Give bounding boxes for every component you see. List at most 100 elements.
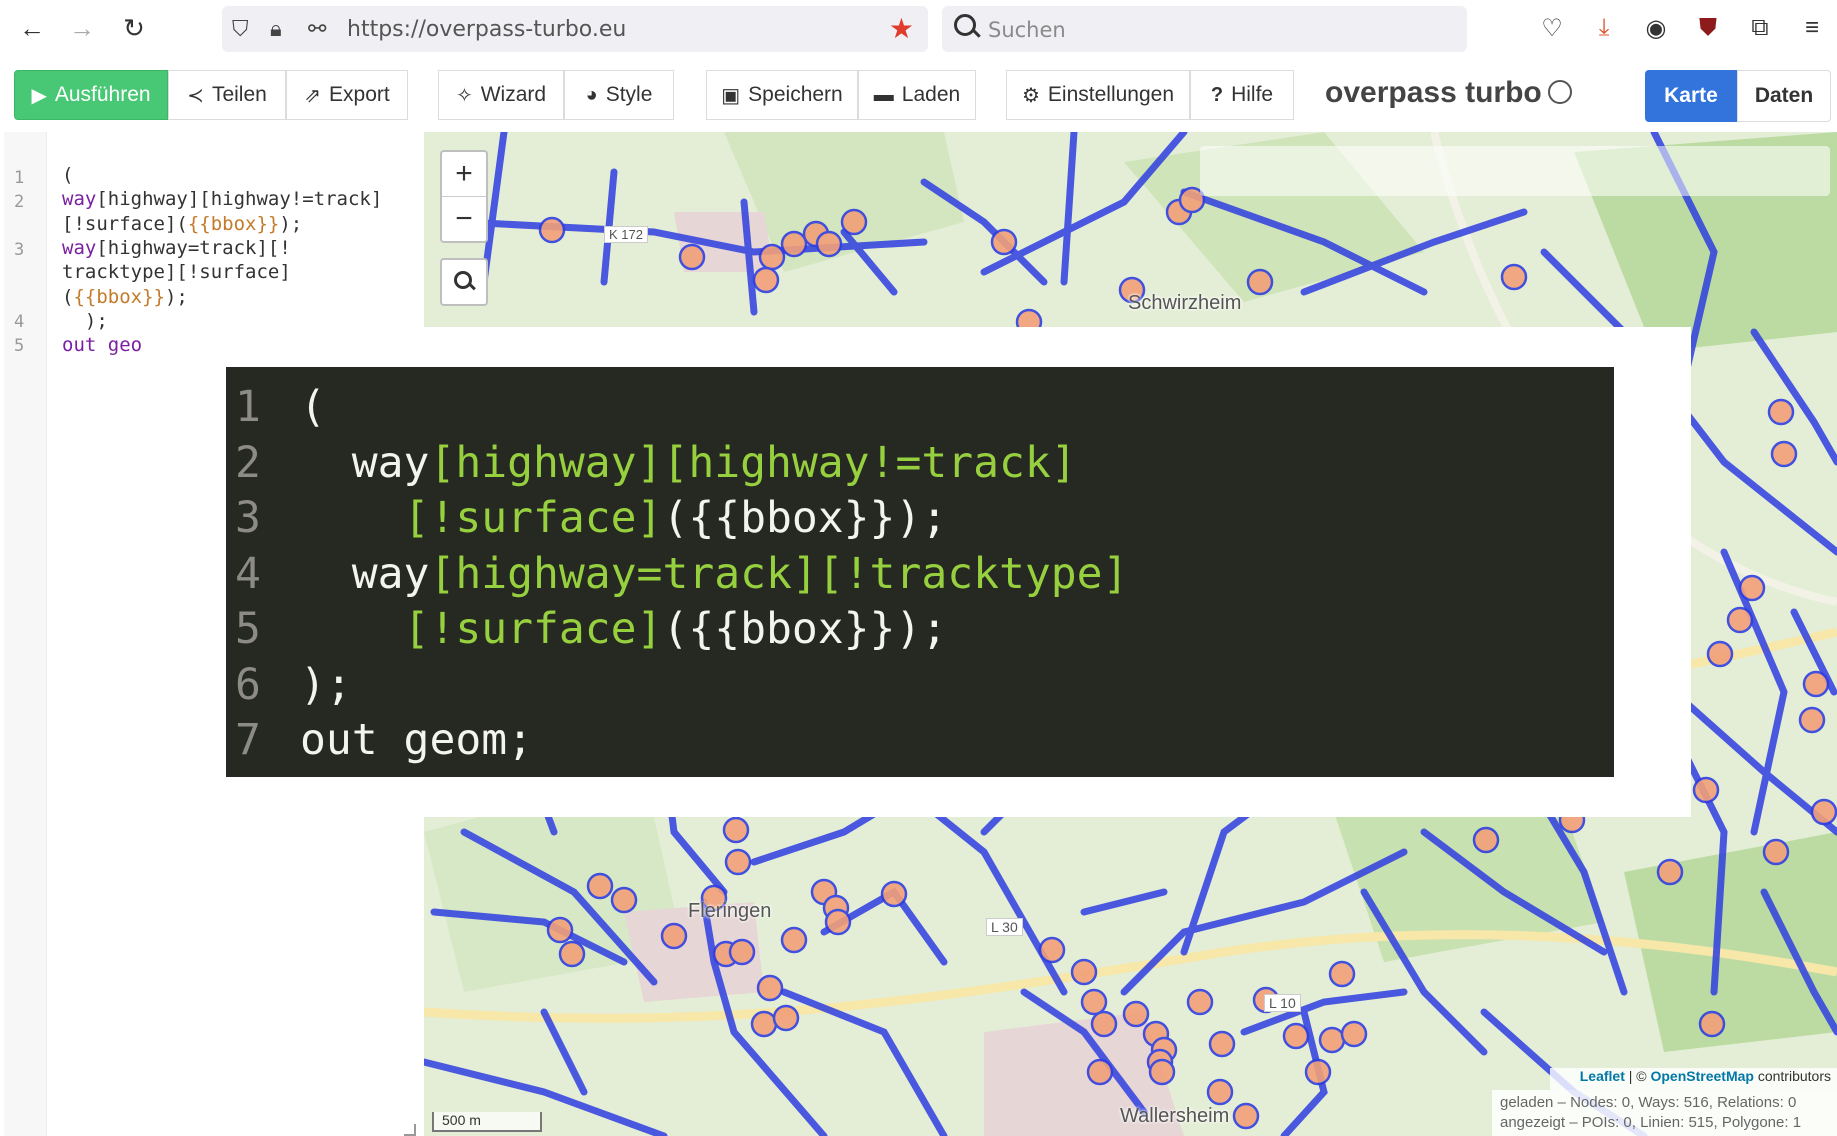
tab-karte[interactable]: Karte [1645, 70, 1737, 122]
wizard-button[interactable]: ✧ Wizard [438, 70, 564, 120]
overlay-code-line: ); [300, 659, 352, 710]
share-icon: ≺ [187, 84, 204, 107]
map-stats: geladen – Nodes: 0, Ways: 516, Relations… [1492, 1090, 1837, 1136]
road-label: K 172 [604, 226, 648, 243]
editor-code-line: ({{bbox}}); [62, 285, 188, 308]
address-bar[interactable]: ⛉ 🔒︎ ⚯ https://overpass-turbo.eu ★ [222, 6, 928, 52]
overlay-line-number: 5 [235, 604, 261, 654]
wizard-label: Wizard [480, 83, 547, 106]
search-placeholder: Suchen [988, 18, 1066, 42]
share-button[interactable]: ≺ Teilen [168, 70, 286, 120]
map-scale: 500 m [432, 1112, 542, 1132]
export-label: Export [329, 83, 390, 106]
ublock-icon[interactable]: ⛊ [1692, 12, 1724, 44]
editor-line-number: 1 [14, 168, 25, 188]
editor-line-number: 5 [14, 336, 25, 356]
search-icon [454, 271, 472, 289]
export-button[interactable]: ⇗ Export [286, 70, 408, 120]
gear-icon: ⚙ [1021, 84, 1040, 107]
permissions-icon: ⚯ [308, 16, 327, 41]
zoom-out-button[interactable]: − [442, 197, 486, 241]
palette-icon: ◕ [585, 83, 598, 106]
save-button[interactable]: ▣ Speichern [706, 70, 858, 120]
attribution-separator: | © [1624, 1068, 1651, 1084]
run-button[interactable]: ▶ Ausführen [14, 70, 168, 120]
editor-code-line: tracktype][!surface] [62, 261, 291, 284]
style-button[interactable]: ◕ Style [564, 70, 674, 120]
map-attribution: Leaflet | © OpenStreetMap contributors [1550, 1068, 1837, 1090]
search-icon [954, 14, 976, 36]
magic-wand-icon: ✧ [455, 84, 473, 107]
browser-toolbar: ← → ↻ ⛉ 🔒︎ ⚯ https://overpass-turbo.eu ★… [0, 0, 1837, 60]
reload-icon[interactable]: ↻ [116, 10, 152, 46]
editor-code-line: way[highway=track][! [62, 236, 291, 259]
question-icon: ? [1210, 83, 1224, 106]
zoom-in-button[interactable]: + [442, 152, 486, 197]
map-place-search[interactable] [1200, 146, 1830, 196]
style-label: Style [605, 83, 653, 106]
settings-button[interactable]: ⚙ Einstellungen [1006, 70, 1190, 120]
osm-link[interactable]: OpenStreetMap [1650, 1068, 1753, 1084]
bookmark-star-icon[interactable]: ★ [889, 12, 914, 45]
menu-icon[interactable]: ≡ [1796, 12, 1828, 44]
road-label: L 10 [1264, 994, 1301, 1012]
url-text: https://overpass-turbo.eu [347, 17, 627, 42]
tab-daten[interactable]: Daten [1737, 70, 1831, 122]
overlay-line-number: 7 [235, 715, 261, 765]
help-label: Hilfe [1231, 83, 1274, 106]
back-arrow-icon[interactable]: ← [14, 10, 50, 46]
account-icon[interactable]: ◉ [1640, 12, 1672, 44]
line-gutter [4, 132, 47, 1136]
settings-label: Einstellungen [1047, 83, 1175, 106]
external-link-icon: ⇗ [304, 84, 322, 107]
road-label: L 30 [986, 918, 1023, 936]
overlay-code-line: ( [300, 382, 326, 432]
load-button[interactable]: ▬ Laden [858, 70, 976, 120]
overlay-line-number: 3 [235, 493, 261, 543]
editor-code-line: [!surface]({{bbox}}); [62, 212, 303, 235]
overlay-code-line: [!surface]({{bbox}}); [403, 604, 948, 654]
overlay-code-line: way[highway=track][!tracktype] [300, 548, 1129, 599]
editor-resize-handle[interactable] [404, 1124, 416, 1136]
attribution-tail: contributors [1753, 1068, 1831, 1084]
overpass-logo-icon [1548, 80, 1572, 104]
shield-icon: ⛉ [232, 16, 249, 41]
save-label: Speichern [748, 83, 843, 106]
zoom-control: + − [440, 150, 488, 243]
overlay-code-line: [!surface]({{bbox}}); [403, 493, 948, 543]
overlay-code-line: out geom; [300, 715, 533, 765]
editor-code-line: way[highway][highway!=track] [62, 188, 383, 211]
download-icon[interactable]: ⤓ [1588, 12, 1620, 44]
editor-line-number: 2 [14, 192, 25, 212]
overlay-line-number: 2 [235, 437, 261, 488]
folder-open-icon: ▬ [873, 83, 894, 106]
help-button[interactable]: ? Hilfe [1190, 70, 1294, 120]
editor-code-line: ); [62, 309, 108, 332]
lock-icon: 🔒︎ [270, 16, 282, 41]
overlay-line-number: 6 [235, 659, 261, 710]
place-label: Schwirzheim [1128, 292, 1242, 314]
pocket-icon[interactable]: ♡ [1536, 12, 1568, 44]
browser-search-input[interactable]: Suchen [942, 6, 1467, 52]
place-label: Wallersheim [1120, 1105, 1230, 1127]
share-label: Teilen [211, 83, 267, 106]
stats-shown: angezeigt – POIs: 0, Linien: 515, Polygo… [1500, 1114, 1802, 1131]
overlay-code-line: way[highway][highway!=track] [300, 437, 1077, 488]
leaflet-link[interactable]: Leaflet [1580, 1068, 1625, 1084]
editor-line-number: 3 [14, 240, 25, 260]
overlay-line-number: 4 [235, 548, 261, 599]
floppy-disk-icon: ▣ [721, 84, 741, 107]
stats-loaded: geladen – Nodes: 0, Ways: 516, Relations… [1500, 1094, 1797, 1111]
map-search-button[interactable] [440, 258, 488, 306]
editor-code-line: ( [62, 164, 74, 186]
forward-arrow-icon[interactable]: → [64, 10, 100, 46]
place-label: Fleringen [688, 900, 772, 922]
load-label: Laden [901, 83, 961, 106]
overlay-line-number: 1 [235, 382, 261, 432]
play-icon: ▶ [31, 84, 47, 107]
editor-code-line: out geo [62, 334, 143, 357]
app-brand: overpass turbo [1325, 76, 1542, 109]
run-label: Ausführen [54, 83, 151, 106]
editor-line-number: 4 [14, 312, 25, 332]
extensions-icon[interactable]: ⧉ [1744, 12, 1776, 44]
